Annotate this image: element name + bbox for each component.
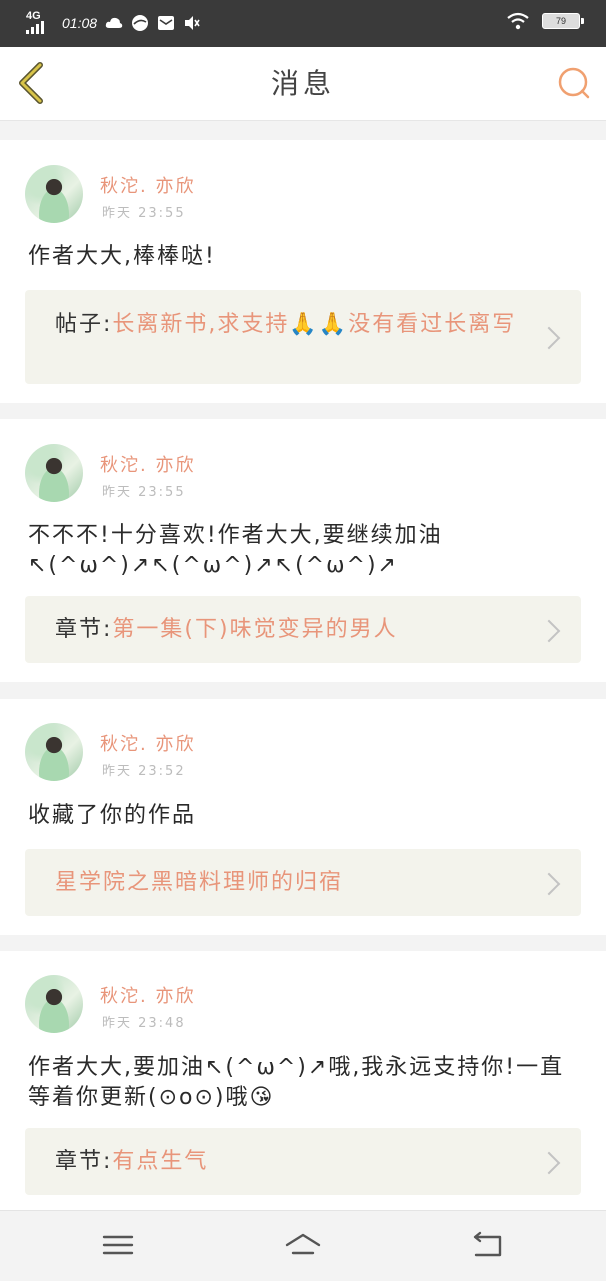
quote-text: 有点生气 [112,1149,209,1174]
username[interactable]: 秋沱. 亦欣 [100,982,195,1008]
username[interactable]: 秋沱. 亦欣 [100,451,195,477]
quote-prefix: 章节: [55,1149,113,1174]
message-time: 昨天 23:55 [102,485,186,500]
chevron-right-icon [537,326,561,350]
cloud-icon [105,17,123,28]
message-time: 昨天 23:55 [102,206,186,221]
mail-icon [158,16,175,30]
message-card: 秋沱. 亦欣 昨天 23:55 作者大大,棒棒哒! 帖子:长离新书,求支持🙏🙏没… [0,140,606,403]
search-icon [558,67,590,99]
status-bar: 4G 01:08 79 [0,0,606,47]
chevron-right-icon [537,872,561,896]
quote-prefix: 章节: [55,617,113,642]
home-icon [285,1233,321,1255]
message-time: 昨天 23:52 [102,764,186,779]
message-content: 作者大大,棒棒哒! [28,244,216,269]
chevron-right-icon [537,619,561,643]
message-time: 昨天 23:48 [102,1016,186,1031]
quote-prefix: 帖子: [55,312,113,337]
quote-text: 星学院之黑暗料理师的归宿 [55,870,344,895]
username[interactable]: 秋沱. 亦欣 [100,730,195,756]
avatar[interactable] [25,444,83,502]
message-card: 秋沱. 亦欣 昨天 23:48 作者大大,要加油↖(^ω^)↗哦,我永远支持你!… [0,951,606,1210]
quoted-chapter[interactable]: 章节:有点生气 [25,1128,581,1195]
back-nav-button[interactable] [468,1227,508,1263]
quote-text: 长离新书,求支持🙏🙏没有看过长离写 [112,312,517,337]
quoted-work[interactable]: 星学院之黑暗料理师的归宿 [25,849,581,916]
message-content: 不不不!十分喜欢!作者大大,要继续加油↖(^ω^)↗↖(^ω^)↗↖(^ω^)↗ [28,523,443,578]
message-card: 秋沱. 亦欣 昨天 23:52 收藏了你的作品 星学院之黑暗料理师的归宿 [0,699,606,935]
system-nav-bar [0,1210,606,1281]
search-button[interactable] [556,65,592,101]
battery-level: 79 [555,16,566,26]
battery-icon: 79 [542,13,584,29]
avatar[interactable] [25,975,83,1033]
quoted-chapter[interactable]: 章节:第一集(下)味觉变异的男人 [25,596,581,663]
home-button[interactable] [283,1227,323,1263]
page-title: 消息 [270,67,335,100]
menu-button[interactable] [98,1227,138,1263]
message-content: 作者大大,要加油↖(^ω^)↗哦,我永远支持你!一直等着你更新(⊙o⊙)哦😘 [28,1055,565,1110]
chevron-right-icon [537,1151,561,1175]
compass-icon [132,15,149,31]
menu-icon [102,1235,134,1255]
message-content: 收藏了你的作品 [28,803,197,828]
signal-icon: 4G [26,10,48,34]
message-card: 秋沱. 亦欣 昨天 23:55 不不不!十分喜欢!作者大大,要继续加油↖(^ω^… [0,419,606,682]
nav-bar: 消息 [0,47,606,121]
back-icon [473,1231,502,1257]
mute-icon [185,16,200,30]
avatar[interactable] [25,165,83,223]
avatar[interactable] [25,723,83,781]
quoted-post[interactable]: 帖子:长离新书,求支持🙏🙏没有看过长离写 [25,290,581,384]
status-time: 01:08 [62,15,98,31]
wifi-icon [507,12,529,30]
quote-text: 第一集(下)味觉变异的男人 [112,617,398,642]
username[interactable]: 秋沱. 亦欣 [100,172,195,198]
